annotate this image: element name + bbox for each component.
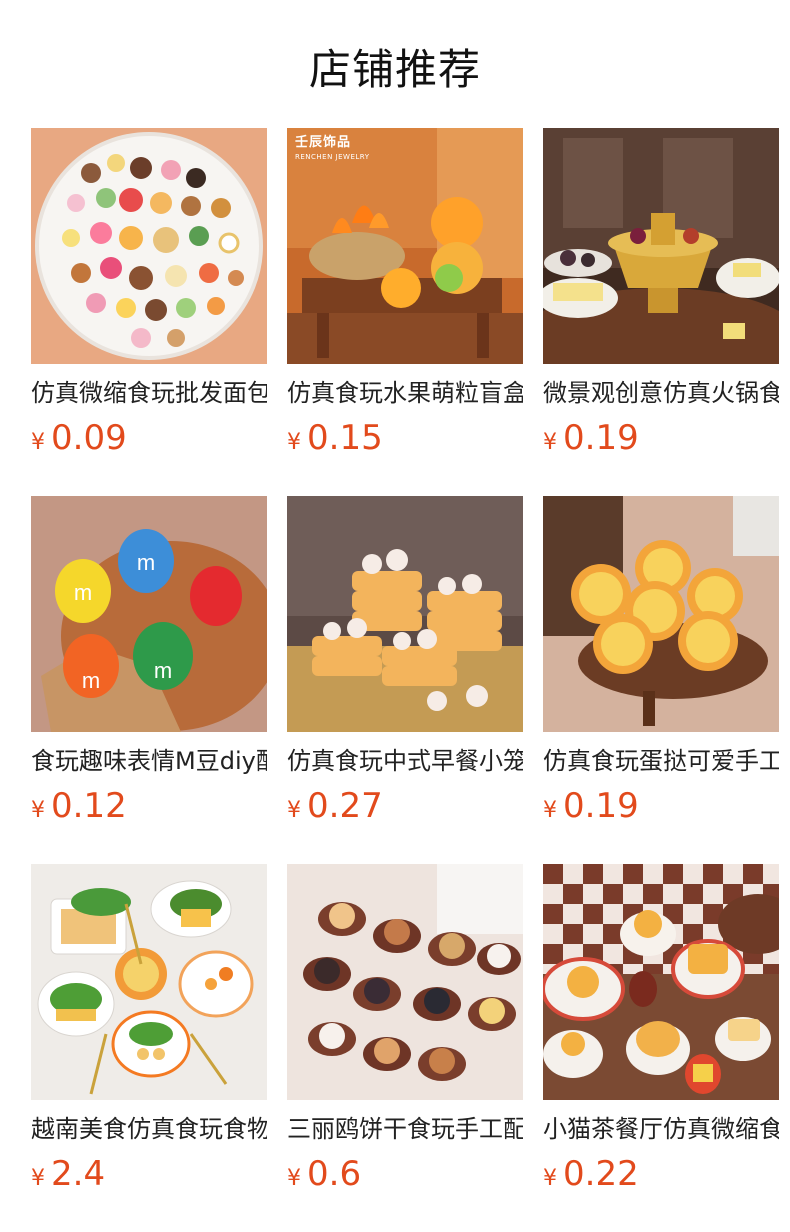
currency-symbol: ¥ — [287, 430, 301, 455]
product-name[interactable]: 仿真食玩蛋挞可爱手工 — [543, 746, 779, 776]
page-title: 店铺推荐 — [308, 45, 481, 94]
product-name[interactable]: 越南美食仿真食玩食物 — [31, 1114, 267, 1144]
product-name[interactable]: 微景观创意仿真火锅食玩 — [543, 378, 779, 408]
product-price: 0.6 — [307, 1154, 362, 1194]
currency-symbol: ¥ — [543, 1166, 557, 1191]
price-row: ¥0.09 — [31, 418, 267, 458]
product-price: 0.19 — [563, 786, 639, 826]
product-price: 0.27 — [307, 786, 383, 826]
currency-symbol: ¥ — [543, 430, 557, 455]
product-image-character-cookies[interactable] — [287, 864, 523, 1100]
currency-symbol: ¥ — [287, 1166, 301, 1191]
product-card[interactable]: 仿真微缩食玩批发面包 ¥0.09 — [31, 128, 267, 458]
price-row: ¥0.6 — [287, 1154, 523, 1194]
price-row: ¥2.4 — [31, 1154, 267, 1194]
product-price: 0.12 — [51, 786, 127, 826]
product-card[interactable]: 越南美食仿真食玩食物 ¥2.4 — [31, 864, 267, 1194]
price-row: ¥0.12 — [31, 786, 267, 826]
product-image-mini-food-platter[interactable] — [31, 128, 267, 364]
product-name[interactable]: 小猫茶餐厅仿真微缩食玩 — [543, 1114, 779, 1144]
brand-logo: 壬辰饰品 RENCHEN JEWELRY — [295, 135, 370, 162]
product-name[interactable]: 仿真食玩中式早餐小笼包 — [287, 746, 523, 776]
product-name[interactable]: 仿真微缩食玩批发面包 — [31, 378, 267, 408]
product-image-egg-tarts[interactable] — [543, 496, 779, 732]
product-card[interactable]: 小猫茶餐厅仿真微缩食玩 ¥0.22 — [543, 864, 779, 1194]
currency-symbol: ¥ — [543, 798, 557, 823]
currency-symbol: ¥ — [31, 1166, 45, 1191]
product-card[interactable]: 微景观创意仿真火锅食玩 ¥0.19 — [543, 128, 779, 458]
price-row: ¥0.27 — [287, 786, 523, 826]
product-card[interactable]: m m m m 食玩趣味表情M豆diy配件 ¥0.12 — [31, 496, 267, 826]
svg-text:m: m — [154, 658, 172, 683]
product-price: 0.22 — [563, 1154, 639, 1194]
price-row: ¥0.19 — [543, 418, 779, 458]
product-price: 2.4 — [51, 1154, 106, 1194]
product-price: 0.09 — [51, 418, 127, 458]
product-price: 0.15 — [307, 418, 383, 458]
price-row: ¥0.22 — [543, 1154, 779, 1194]
price-row: ¥0.19 — [543, 786, 779, 826]
product-card[interactable]: 壬辰饰品 RENCHEN JEWELRY 仿真食玩水果萌粒盲盒 ¥0.15 — [287, 128, 523, 458]
product-card[interactable]: 仿真食玩中式早餐小笼包 ¥0.27 — [287, 496, 523, 826]
currency-symbol: ¥ — [31, 430, 45, 455]
product-image-fruit-basket[interactable]: 壬辰饰品 RENCHEN JEWELRY — [287, 128, 523, 364]
currency-symbol: ¥ — [31, 798, 45, 823]
price-row: ¥0.15 — [287, 418, 523, 458]
svg-text:m: m — [82, 668, 100, 693]
product-name[interactable]: 仿真食玩水果萌粒盲盒 — [287, 378, 523, 408]
product-card[interactable]: 仿真食玩蛋挞可爱手工 ¥0.19 — [543, 496, 779, 826]
currency-symbol: ¥ — [287, 798, 301, 823]
product-image-candy-characters[interactable]: m m m m — [31, 496, 267, 732]
product-price: 0.19 — [563, 418, 639, 458]
product-image-dim-sum-steamers[interactable] — [287, 496, 523, 732]
svg-text:m: m — [137, 550, 155, 575]
product-image-cat-tea-restaurant[interactable] — [543, 864, 779, 1100]
product-card[interactable]: 三丽鸥饼干食玩手工配件 ¥0.6 — [287, 864, 523, 1194]
product-name[interactable]: 食玩趣味表情M豆diy配件 — [31, 746, 267, 776]
product-image-hotpot[interactable] — [543, 128, 779, 364]
product-image-vietnamese-plates[interactable] — [31, 864, 267, 1100]
product-name[interactable]: 三丽鸥饼干食玩手工配件 — [287, 1114, 523, 1144]
svg-text:m: m — [74, 580, 92, 605]
